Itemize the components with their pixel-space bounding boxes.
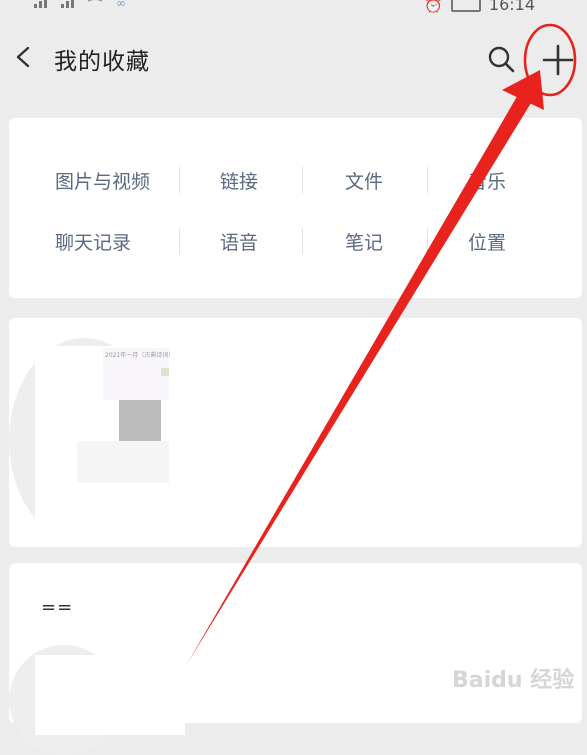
status-icons-right: ⏰ 16:14 bbox=[424, 0, 535, 14]
watermark-logo: Baidu 经验 bbox=[452, 668, 575, 693]
thumbnail-footer bbox=[77, 441, 169, 483]
category-notes[interactable]: 笔记 bbox=[345, 228, 383, 255]
category-links[interactable]: 链接 bbox=[220, 167, 258, 194]
divider bbox=[427, 167, 428, 193]
image-thumbnail bbox=[119, 400, 161, 441]
clock: 16:14 bbox=[488, 0, 535, 14]
infinity-icon: ∞ bbox=[116, 0, 126, 10]
alarm-icon: ⏰ bbox=[424, 0, 443, 14]
chevron-left-icon bbox=[16, 46, 30, 68]
category-voice[interactable]: 语音 bbox=[220, 228, 258, 255]
status-bar: ∞ ⏰ 16:14 bbox=[0, 0, 587, 16]
search-button[interactable] bbox=[484, 42, 518, 76]
divider bbox=[302, 228, 303, 254]
divider bbox=[179, 167, 180, 193]
category-photos-videos[interactable]: 图片与视频 bbox=[55, 167, 150, 194]
category-music[interactable]: 音乐 bbox=[468, 167, 506, 194]
battery-icon bbox=[450, 0, 481, 12]
header: 我的收藏 bbox=[0, 20, 587, 100]
favorite-item[interactable]: == bbox=[9, 563, 582, 755]
page-title: 我的收藏 bbox=[54, 49, 150, 75]
divider bbox=[427, 228, 428, 254]
search-icon bbox=[488, 46, 515, 73]
back-button[interactable] bbox=[10, 42, 40, 72]
note-preview-text: == bbox=[41, 597, 74, 618]
thumbnail-caption: 2021年一月（古典诗词） bbox=[105, 352, 175, 359]
signal-icon-2 bbox=[61, 0, 74, 8]
divider bbox=[179, 228, 180, 254]
thumbnail-corner bbox=[161, 368, 169, 376]
divider bbox=[302, 167, 303, 193]
category-location[interactable]: 位置 bbox=[468, 228, 506, 255]
wifi-icon bbox=[88, 0, 102, 8]
category-chat-history[interactable]: 聊天记录 bbox=[55, 228, 131, 255]
add-button[interactable] bbox=[538, 40, 578, 80]
category-filter-card: 图片与视频 链接 文件 音乐 聊天记录 语音 笔记 位置 bbox=[9, 118, 582, 298]
signal-icon bbox=[34, 0, 47, 8]
plus-icon bbox=[542, 44, 574, 76]
favorite-item[interactable]: 2021年一月（古典诗词） bbox=[9, 318, 582, 547]
category-files[interactable]: 文件 bbox=[345, 167, 383, 194]
status-icons-left: ∞ bbox=[34, 0, 126, 10]
thumbnail-mask bbox=[35, 655, 185, 735]
